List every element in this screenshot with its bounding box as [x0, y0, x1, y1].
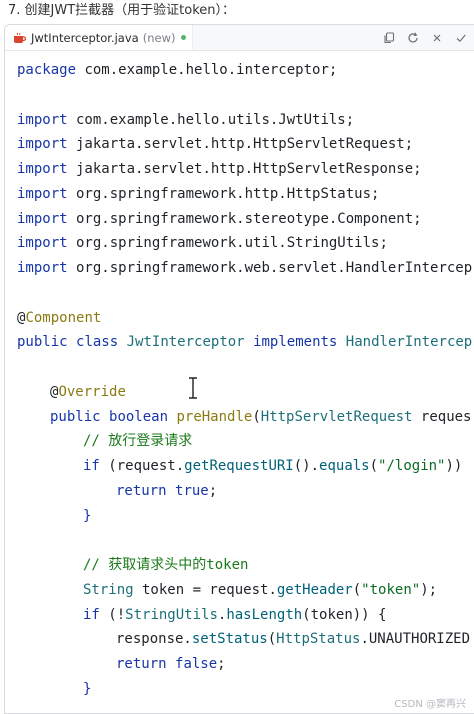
editor-tab-bar: JwtInterceptor.java (new)	[5, 25, 474, 51]
code-line-12: public class JwtInterceptor implements H…	[17, 334, 473, 351]
code-line-5: import jakarta.servlet.http.HttpServletR…	[17, 161, 422, 177]
code-editor[interactable]: JwtInterceptor.java (new) package com.ex…	[4, 24, 474, 714]
code-line-11: @Component	[17, 309, 102, 326]
code-line-25: return false;	[116, 656, 226, 672]
code-line-17: if (request.getRequestURI().equals("/log…	[83, 458, 463, 474]
code-line-22: String token = request.getHeader("token"…	[83, 581, 438, 598]
page-heading: 7. 创建JWT拦截器（用于验证token）：	[8, 3, 236, 18]
code-line-19: }	[83, 507, 92, 524]
code-line-4: import jakarta.servlet.http.HttpServletR…	[17, 136, 414, 153]
code-line-21: // 获取请求头中的token	[83, 557, 249, 573]
code-line-3: import com.example.hello.utils.JwtUtils;	[17, 111, 355, 128]
code-line-18: return true;	[116, 482, 218, 499]
code-line-23: if (!StringUtils.hasLength(token)) {	[83, 606, 387, 623]
code-line-16: // 放行登录请求	[83, 433, 193, 450]
refresh-icon[interactable]	[406, 31, 420, 45]
code-line-15: public boolean preHandle(HttpServletRequ…	[50, 408, 472, 425]
tab-actions	[382, 25, 468, 50]
unsaved-dot-icon	[181, 35, 187, 40]
close-icon[interactable]	[430, 31, 444, 45]
watermark: CSDN @窦再兴	[394, 699, 466, 710]
check-icon[interactable]	[454, 31, 468, 45]
tab-filename: JwtInterceptor.java	[31, 30, 139, 45]
text-cursor-icon	[187, 377, 199, 399]
code-line-24: response.setStatus(HttpStatus.UNAUTHORIZ…	[116, 631, 471, 648]
code-line-9: import org.springframework.web.servlet.H…	[17, 260, 473, 276]
tab-jwtinterceptor[interactable]: JwtInterceptor.java (new)	[5, 25, 194, 50]
java-file-icon	[13, 32, 27, 44]
tab-status: (new)	[142, 30, 176, 45]
code-content[interactable]: package com.example.hello.interceptor; i…	[17, 58, 474, 702]
code-line-8: import org.springframework.util.StringUt…	[17, 235, 388, 252]
code-line-6: import org.springframework.http.HttpStat…	[17, 185, 380, 202]
copy-icon[interactable]	[382, 31, 396, 45]
code-line-14: @Override	[50, 383, 126, 400]
code-line-7: import org.springframework.stereotype.Co…	[17, 210, 422, 227]
code-line-1: package com.example.hello.interceptor;	[17, 62, 338, 78]
